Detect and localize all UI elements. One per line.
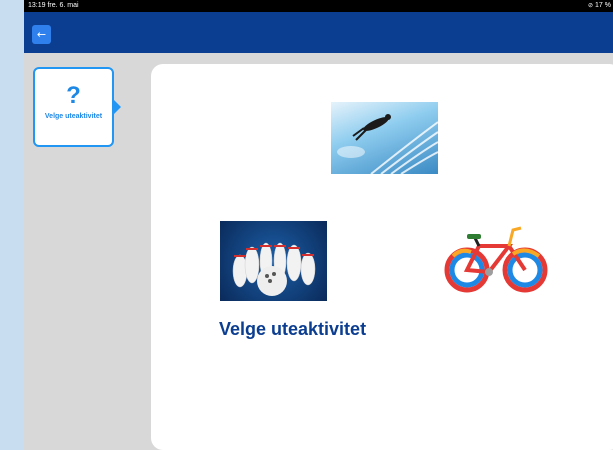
question-icon: ? — [66, 82, 81, 109]
step-label: Velge uteaktivitet — [44, 113, 103, 120]
content-panel: Velge uteaktivitet — [151, 64, 613, 450]
orientation-lock-icon: ⊘ — [588, 3, 594, 9]
app-screen: 13:19 fre. 6. mai ⊘ 17 % ← ? Velge uteak… — [24, 0, 613, 450]
bowling-image[interactable] — [220, 221, 327, 301]
arrow-left-icon: ← — [36, 28, 47, 41]
bowling-illustration — [232, 242, 316, 296]
back-button[interactable]: ← — [32, 25, 51, 44]
step-card[interactable]: ? Velge uteaktivitet — [33, 67, 121, 147]
status-right: ⊘ 17 % — [588, 0, 611, 12]
status-time: 13:19 fre. 6. mai — [28, 2, 79, 9]
status-bar: 13:19 fre. 6. mai ⊘ 17 % — [24, 0, 613, 12]
bicycle-image[interactable] — [441, 216, 551, 306]
swimmer-illustration — [337, 114, 438, 174]
bicycle-illustration — [444, 226, 548, 293]
top-navbar: ← — [24, 12, 613, 53]
swimming-image[interactable] — [331, 102, 438, 174]
battery-label: 17 % — [595, 2, 611, 9]
activity-caption: Velge uteaktivitet — [219, 319, 367, 339]
